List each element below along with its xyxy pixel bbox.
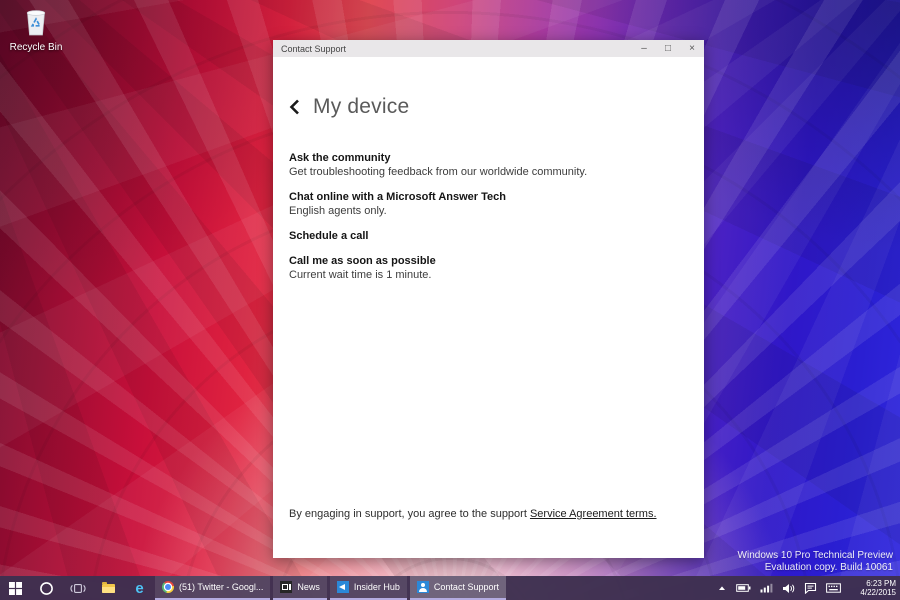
option-title: Chat online with a Microsoft Answer Tech [289,190,688,204]
battery-icon[interactable] [736,583,751,593]
recycle-bin-icon [23,6,49,36]
window-content: My device Ask the community Get troubles… [273,57,704,558]
window-controls: – □ × [632,40,704,57]
action-center-icon[interactable] [804,582,817,594]
option-title: Schedule a call [289,229,688,243]
hidden-icons-chevron-icon[interactable] [717,584,727,592]
cortana-circle-icon [39,581,54,596]
task-view-icon [70,582,86,595]
titlebar[interactable]: Contact Support – □ × [273,40,704,57]
taskbar-app-label: (51) Twitter - Googl... [179,582,263,592]
option-call-me[interactable]: Call me as soon as possible Current wait… [289,254,688,282]
internet-explorer-button[interactable]: e [124,576,155,600]
clock-date: 4/22/2015 [852,588,896,597]
option-title: Ask the community [289,151,688,165]
option-ask-community[interactable]: Ask the community Get troubleshooting fe… [289,151,688,179]
taskbar-spacer [509,576,717,600]
volume-icon[interactable] [782,583,795,594]
back-icon[interactable] [289,99,300,115]
system-tray: 6:23 PM 4/22/2015 [717,576,900,600]
taskbar-app-contact-support[interactable]: Contact Support [410,576,506,600]
option-title: Call me as soon as possible [289,254,688,268]
agreement-text: By engaging in support, you agree to the… [289,508,530,520]
option-subtitle: Get troubleshooting feedback from our wo… [289,165,688,179]
start-button[interactable] [0,576,31,600]
clock-time: 6:23 PM [852,579,896,588]
watermark-line-1: Windows 10 Pro Technical Preview [738,550,893,562]
page-header: My device [289,95,688,119]
service-agreement-link[interactable]: Service Agreement terms. [530,508,657,520]
windows-logo-icon [9,582,22,595]
touch-keyboard-icon[interactable] [826,583,841,593]
insider-hub-icon [337,581,349,593]
contact-support-window: Contact Support – □ × My device Ask the … [273,40,704,558]
evaluation-watermark: Windows 10 Pro Technical Preview Evaluat… [738,550,893,574]
option-subtitle: Current wait time is 1 minute. [289,268,688,282]
taskbar-clock[interactable]: 6:23 PM 4/22/2015 [852,579,896,597]
taskbar-app-label: Contact Support [434,582,499,592]
file-explorer-button[interactable] [93,576,124,600]
chrome-icon [162,581,174,593]
close-button[interactable]: × [680,40,704,57]
news-icon [280,581,292,593]
maximize-button[interactable]: □ [656,40,680,57]
window-title: Contact Support [273,44,632,54]
recycle-bin-label: Recycle Bin [8,42,64,53]
page-title: My device [313,95,409,119]
watermark-line-2: Evaluation copy. Build 10061 [738,562,893,574]
taskbar-app-news[interactable]: News [273,576,327,600]
file-explorer-icon [102,584,115,593]
support-options: Ask the community Get troubleshooting fe… [289,151,688,282]
task-view-button[interactable] [62,576,93,600]
option-schedule-call[interactable]: Schedule a call [289,229,688,243]
taskbar-app-insider-hub[interactable]: Insider Hub [330,576,407,600]
option-chat-online[interactable]: Chat online with a Microsoft Answer Tech… [289,190,688,218]
taskbar-app-twitter-chrome[interactable]: (51) Twitter - Googl... [155,576,270,600]
option-subtitle: English agents only. [289,204,688,218]
taskbar: e (51) Twitter - Googl... News Insider H… [0,576,900,600]
contact-support-icon [417,581,429,593]
support-agreement-note: By engaging in support, you agree to the… [289,508,657,520]
recycle-bin[interactable]: Recycle Bin [8,6,64,53]
network-signal-icon[interactable] [760,583,773,593]
desktop-wallpaper: Recycle Bin Windows 10 Pro Technical Pre… [0,0,900,600]
minimize-button[interactable]: – [632,40,656,57]
internet-explorer-icon: e [135,581,143,596]
taskbar-app-label: Insider Hub [354,582,400,592]
cortana-search-button[interactable] [31,576,62,600]
taskbar-app-label: News [297,582,320,592]
